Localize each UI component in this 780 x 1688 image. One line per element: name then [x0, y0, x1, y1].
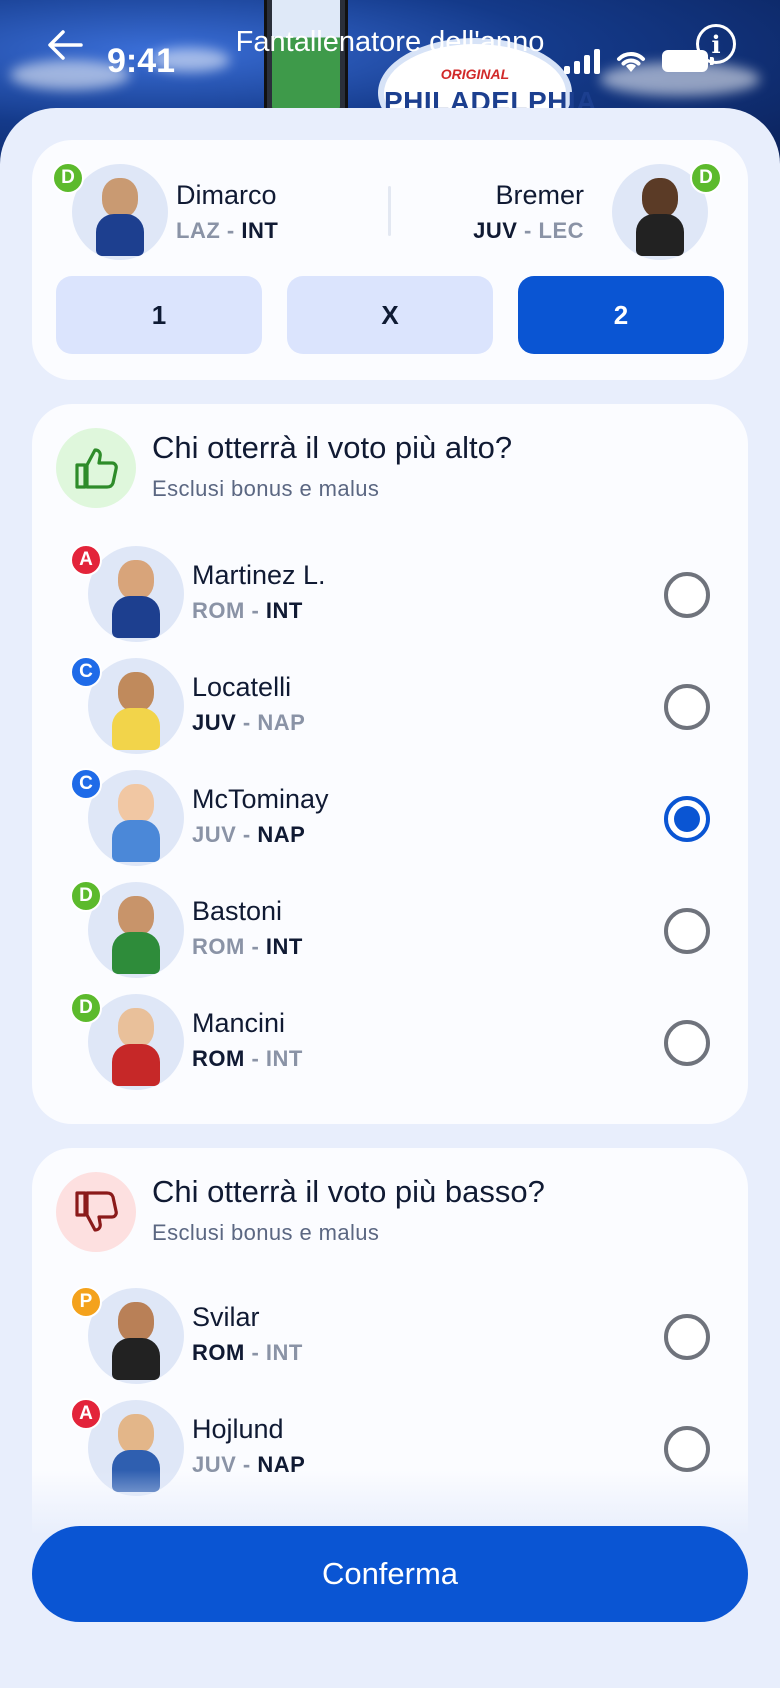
player-avatar	[88, 770, 184, 866]
player-teams: ROM - INT	[192, 598, 303, 623]
arrow-left-icon	[48, 30, 83, 60]
select-radio[interactable]	[664, 1426, 710, 1472]
vs-divider	[388, 186, 391, 236]
select-radio[interactable]	[664, 572, 710, 618]
option-2-button[interactable]: 2	[518, 276, 724, 354]
player-avatar	[88, 994, 184, 1090]
player-avatar	[88, 658, 184, 754]
player-name: Hojlund	[192, 1414, 284, 1444]
player-row[interactable]: D Mancini ROM - INT	[32, 990, 748, 1094]
player-name: Martinez L.	[192, 560, 326, 590]
phone-illustration	[264, 0, 348, 120]
player-name: Bastoni	[192, 896, 283, 926]
page-title: Fantallenatore dell'anno	[235, 26, 545, 58]
player-name: Mancini	[192, 1008, 286, 1038]
player-teams: ROM - INT	[192, 1340, 303, 1365]
lowest-question-subtitle: Esclusi bonus e malus	[152, 1220, 380, 1245]
player-avatar	[88, 546, 184, 642]
role-badge: A	[70, 1398, 102, 1430]
thumbs-up-icon	[56, 428, 136, 508]
highest-question-title: Chi otterrà il voto più alto?	[152, 430, 513, 465]
player-row[interactable]: P Svilar ROM - INT	[32, 1284, 748, 1388]
thumbs-down-icon	[56, 1172, 136, 1252]
select-radio[interactable]	[664, 1020, 710, 1066]
role-badge: A	[70, 544, 102, 576]
select-radio[interactable]	[664, 908, 710, 954]
home-player-teams: LAZ - INT	[176, 218, 279, 243]
role-badge-away: D	[690, 162, 722, 194]
player-row[interactable]: D Bastoni ROM - INT	[32, 878, 748, 982]
role-badge: D	[70, 992, 102, 1024]
option-x-button[interactable]: X	[287, 276, 493, 354]
player-row[interactable]: C McTominay JUV - NAP	[32, 766, 748, 870]
player-teams: ROM - INT	[192, 1046, 303, 1071]
player-row[interactable]: C Locatelli JUV - NAP	[32, 654, 748, 758]
option-1-button[interactable]: 1	[56, 276, 262, 354]
player-name: Svilar	[192, 1302, 260, 1332]
select-radio[interactable]	[664, 796, 710, 842]
player-name: Locatelli	[192, 672, 292, 702]
away-player-teams: JUV - LEC	[473, 218, 584, 243]
player-avatar	[88, 1288, 184, 1384]
player-row[interactable]: A Martinez L. ROM - INT	[32, 542, 748, 646]
role-badge: D	[70, 880, 102, 912]
player-teams: ROM - INT	[192, 934, 303, 959]
role-badge: C	[70, 768, 102, 800]
away-player-name: Bremer	[495, 180, 584, 210]
player-teams: JUV - NAP	[192, 822, 306, 847]
select-radio[interactable]	[664, 684, 710, 730]
player-name: McTominay	[192, 784, 329, 814]
avatar-home	[72, 164, 168, 260]
home-player-name: Dimarco	[176, 180, 277, 210]
back-button[interactable]	[42, 22, 88, 68]
select-radio[interactable]	[664, 1314, 710, 1360]
confirm-button[interactable]: Conferma	[32, 1526, 748, 1622]
info-icon[interactable]: i	[696, 24, 736, 64]
highest-vote-card: Chi otterrà il voto più alto? Esclusi bo…	[32, 404, 748, 1124]
match-card: D Dimarco LAZ - INT Bremer JUV - LEC D 1…	[32, 140, 748, 380]
role-badge: P	[70, 1286, 102, 1318]
player-teams: JUV - NAP	[192, 710, 306, 735]
role-badge: C	[70, 656, 102, 688]
player-avatar	[88, 882, 184, 978]
highest-question-subtitle: Esclusi bonus e malus	[152, 476, 380, 501]
lowest-question-title: Chi otterrà il voto più basso?	[152, 1174, 545, 1209]
role-badge-home: D	[52, 162, 84, 194]
